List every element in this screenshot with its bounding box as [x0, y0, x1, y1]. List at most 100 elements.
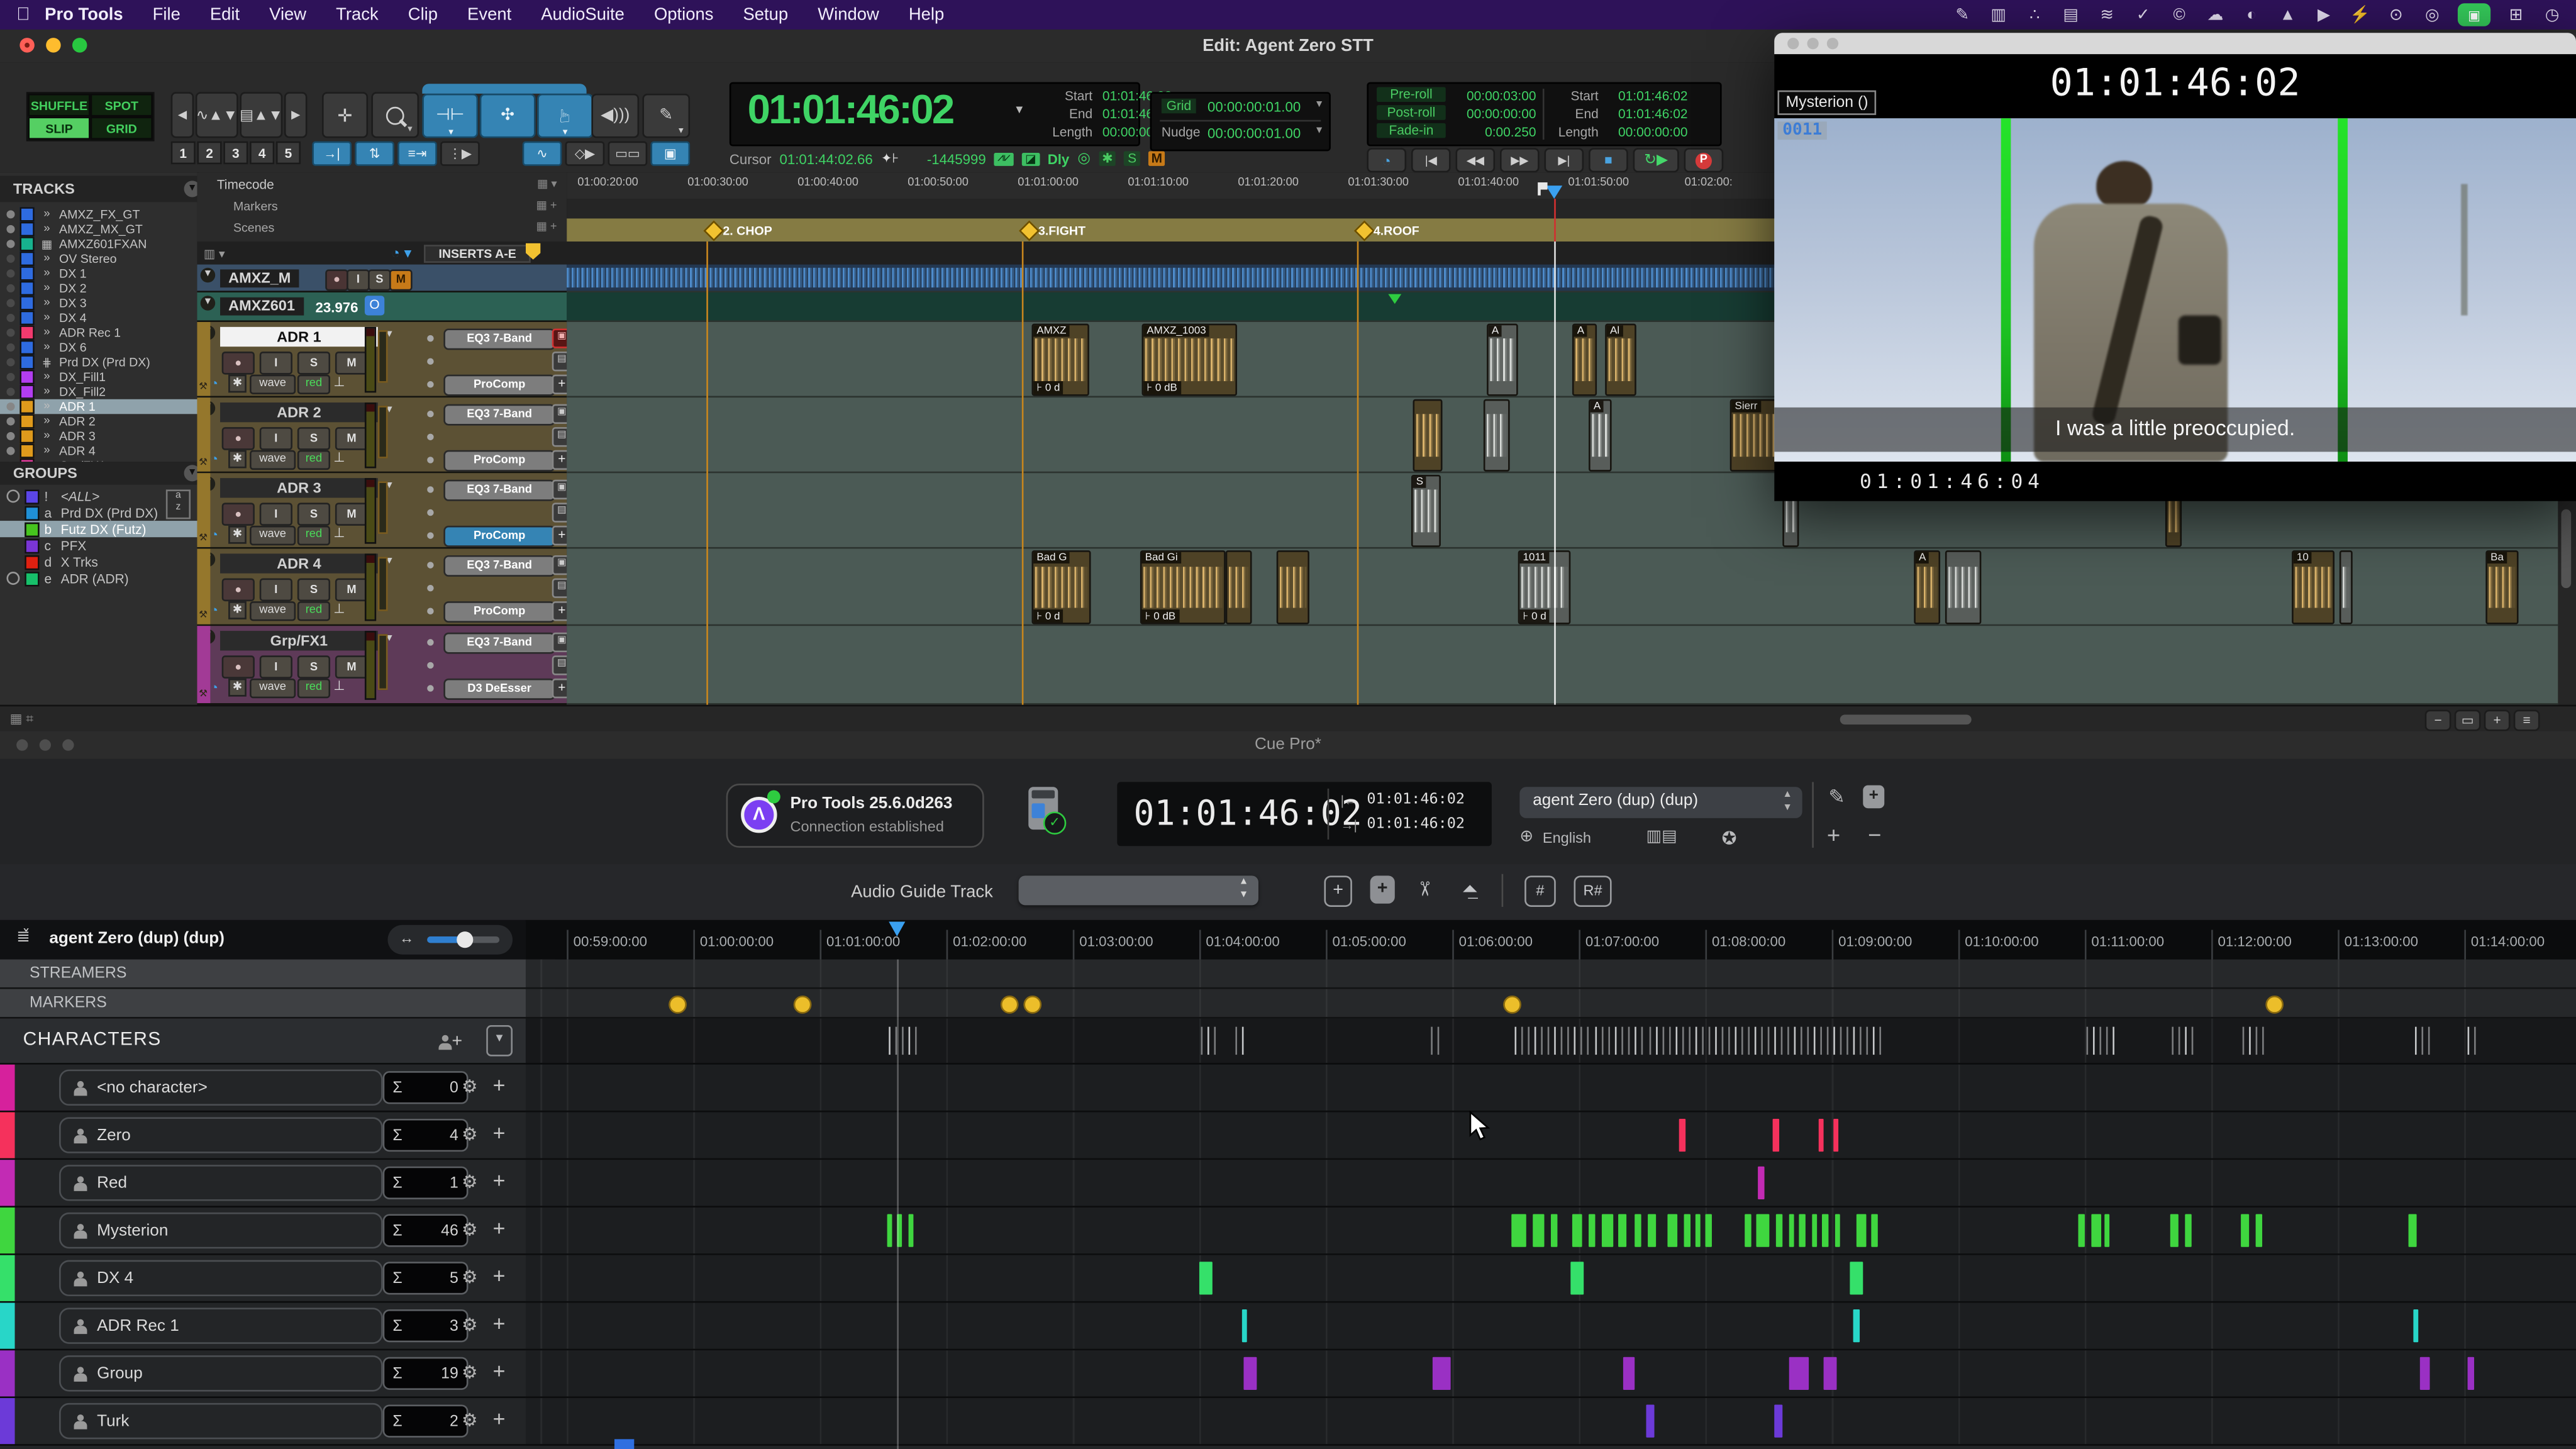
video-online-button[interactable]: O	[365, 296, 384, 315]
film-icon[interactable]: ▤	[2060, 6, 2082, 24]
group-radio[interactable]	[6, 489, 19, 502]
grid-value[interactable]: 00:00:00:01.00	[1208, 99, 1301, 115]
insert-slot[interactable]: EQ3 7-Band	[421, 633, 546, 651]
audio-clip-sierr[interactable]: Sierr	[1730, 399, 1778, 472]
filter-button[interactable]: ▼	[486, 1025, 513, 1057]
insert-eq3-7-band[interactable]: EQ3 7-Band	[443, 328, 555, 349]
audio-clip-1011[interactable]: 1011⊦ 0 d	[1518, 550, 1571, 625]
audio-clip-10[interactable]: 10	[2292, 550, 2334, 625]
session-select-stepper-icon[interactable]: ▲▼	[1782, 789, 1792, 815]
character-name-box[interactable]: <no character>	[59, 1070, 383, 1106]
audio-clip[interactable]	[1413, 399, 1443, 472]
cue-bar[interactable]	[1635, 1214, 1641, 1246]
insert-slot[interactable]	[421, 502, 546, 521]
character-settings-button[interactable]: ⚙	[462, 1076, 478, 1097]
cue-bar[interactable]	[1774, 1404, 1782, 1437]
video-titlebar[interactable]	[1774, 33, 2576, 54]
menu-item-options[interactable]: Options	[639, 5, 728, 25]
menu-item-edit[interactable]: Edit	[195, 5, 254, 25]
cue-bar[interactable]	[1812, 1214, 1817, 1246]
clip-fx-icon[interactable]: ◪	[1022, 152, 1040, 165]
ruler-row-scenes[interactable]: Scenes	[233, 220, 274, 235]
track-record-button[interactable]: ●	[222, 502, 255, 526]
stop-button[interactable]: ■	[1589, 148, 1628, 172]
mirror-midi-toggle[interactable]: ◇▶	[565, 142, 605, 166]
cuepro-titlebar[interactable]: Cue Pro*	[0, 731, 2576, 760]
character-add-cue-button[interactable]: +	[493, 1168, 506, 1192]
cue-bar[interactable]	[1570, 1262, 1584, 1294]
tr-length-value[interactable]: 00:00:00:00	[1618, 125, 1687, 140]
mode-shuffle-button[interactable]: SHUFFLE	[28, 94, 90, 117]
eject-icon[interactable]: ▲	[2277, 6, 2299, 24]
monitor-circle-icon[interactable]: ◔	[210, 680, 218, 695]
track-header-grp-fx1[interactable]: ▼⚒Grp/FX1▼●ISM◔✱wavered⊥EQ3 7-BandD3 DeE…	[197, 626, 567, 704]
automation-follows-toggle[interactable]: ∿	[523, 142, 562, 166]
globe-icon[interactable]: ◐	[2241, 6, 2262, 24]
cue-bar[interactable]	[2078, 1214, 2084, 1246]
clip-overlap-toggle[interactable]: ▣	[650, 142, 690, 166]
character-add-cue-button[interactable]: +	[493, 1358, 506, 1383]
cue-bar[interactable]	[1551, 1214, 1557, 1246]
video-close-button[interactable]	[1787, 38, 1799, 49]
language-label[interactable]: English	[1543, 830, 1591, 846]
track-mute-button[interactable]: M	[335, 427, 368, 450]
cue-bar[interactable]	[2241, 1214, 2249, 1246]
insert-power-dot[interactable]	[427, 638, 433, 645]
insert-slot[interactable]: EQ3 7-Band	[421, 480, 546, 498]
menu-item-help[interactable]: Help	[894, 5, 958, 25]
cue-bar[interactable]	[1684, 1214, 1690, 1246]
ruler-row-timecode[interactable]: Timecode	[217, 177, 274, 192]
track-mute-button[interactable]: M	[335, 502, 368, 526]
nudge-value[interactable]: 00:00:00:01.00	[1208, 125, 1301, 142]
scenes-add-icon[interactable]: ▦ +	[536, 220, 557, 233]
track-header-adr-4[interactable]: ▼⚒ADR 4▼●ISM◔✱wavered⊥EQ3 7-BandProComp▣…	[197, 548, 567, 626]
elastic-icon[interactable]: ✱	[228, 679, 247, 697]
character-add-cue-button[interactable]: +	[493, 1073, 506, 1097]
pre-roll-label[interactable]: Pre-roll	[1377, 87, 1446, 102]
track-view-chip[interactable]: wave	[250, 679, 296, 698]
insert-power-dot[interactable]	[427, 584, 433, 591]
group-c[interactable]: cPFX	[0, 537, 204, 553]
add-cue-button[interactable]: +	[1324, 875, 1352, 907]
monitor-circle-icon[interactable]: ◔	[210, 376, 218, 391]
return-to-zero-button[interactable]: |◀	[1411, 148, 1451, 172]
character-add-cue-button[interactable]: +	[493, 1311, 506, 1336]
fade-in-value[interactable]: 0:00.250	[1447, 125, 1536, 140]
track-name[interactable]: AMXZ601	[220, 297, 303, 316]
zoom-left-button[interactable]: ◀	[171, 92, 194, 138]
split-scissors-icon[interactable]: ✂	[1413, 880, 1436, 897]
track-view-chip[interactable]: wave	[250, 450, 296, 470]
automation-icon[interactable]: ⊥	[333, 375, 345, 390]
main-counter[interactable]: 01:01:46:02	[748, 87, 953, 135]
playlist-chip[interactable]: red	[297, 526, 330, 545]
cloud-icon[interactable]: ☁	[2205, 6, 2226, 24]
group-d[interactable]: dX Trks	[0, 553, 204, 570]
cue-bar[interactable]	[1679, 1119, 1685, 1152]
cue-bar[interactable]	[909, 1214, 914, 1246]
cue-bar[interactable]	[887, 1214, 892, 1246]
character-lane-red[interactable]	[526, 1160, 2576, 1208]
scrub-tool[interactable]: ◀)))	[591, 94, 639, 138]
track-record-button[interactable]: ●	[222, 427, 255, 450]
track-record-button[interactable]: ●	[222, 579, 255, 602]
character-lane--no-character-[interactable]	[526, 1065, 2576, 1113]
sidebar-track-dx-6[interactable]: »DX 6	[0, 340, 204, 355]
character-name-box[interactable]: Zero	[59, 1117, 383, 1153]
cuepro-playhead-icon[interactable]	[889, 921, 905, 936]
track-view-chip[interactable]: wave	[250, 601, 296, 621]
nudge-dropdown-icon[interactable]: ▼	[1314, 126, 1324, 136]
character-add-cue-button[interactable]: +	[493, 1216, 506, 1240]
character-name-box[interactable]: Mysterion	[59, 1213, 383, 1248]
insert-procomp[interactable]: ProComp	[443, 450, 555, 471]
group-radio[interactable]	[6, 506, 19, 519]
script-doc-icon[interactable]: ▥▤	[1646, 828, 1677, 847]
sidebar-track-prd-dx-prd-dx-[interactable]: ⋕Prd DX (Prd DX)	[0, 355, 204, 370]
disclosure-icon[interactable]: ▼	[201, 268, 216, 283]
insert-slot[interactable]	[421, 352, 546, 370]
insertion-follows-toggle[interactable]: ⋮▶	[440, 142, 480, 166]
sidebar-track-dx-fill1[interactable]: »DX_Fill1	[0, 370, 204, 385]
edit-playhead-icon[interactable]	[1546, 186, 1562, 199]
h-scrollbar-thumb[interactable]	[1840, 714, 1972, 724]
character-count-box[interactable]: Σ4	[383, 1119, 469, 1152]
zoom-preset-4[interactable]: 4	[250, 142, 274, 165]
